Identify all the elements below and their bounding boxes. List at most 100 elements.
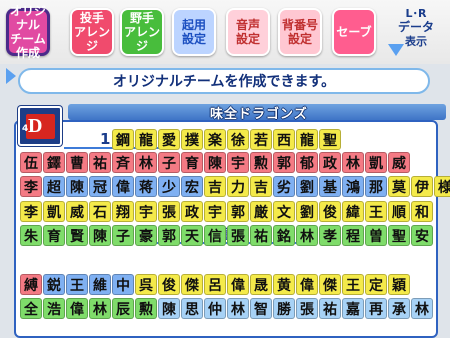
player-name-cell[interactable]: 中: [112, 274, 134, 295]
player-name-cell[interactable]: 嘉: [342, 298, 364, 319]
player-name-cell[interactable]: 祐: [319, 298, 341, 319]
player-name-cell[interactable]: 林: [135, 152, 157, 173]
player-name-cell[interactable]: 維: [89, 274, 111, 295]
player-name-cell[interactable]: 思: [181, 298, 203, 319]
player-name-cell[interactable]: 陳: [204, 152, 226, 173]
player-name-cell[interactable]: 蒋: [135, 176, 157, 197]
player-name-cell[interactable]: 子: [112, 225, 134, 246]
player-name-cell[interactable]: 龍: [296, 129, 318, 150]
player-name-cell[interactable]: 孝: [319, 225, 341, 246]
player-name-cell[interactable]: 曽: [365, 225, 387, 246]
player-name-cell[interactable]: 王: [66, 274, 88, 295]
player-name-cell[interactable]: 基: [319, 176, 341, 197]
player-name-cell[interactable]: 劣: [273, 176, 295, 197]
menu-tab-2[interactable]: 投手 アレンジ: [70, 8, 114, 56]
player-name-cell[interactable]: 偉: [66, 298, 88, 319]
player-name-cell[interactable]: 承: [388, 298, 410, 319]
player-name-cell[interactable]: 郭: [227, 201, 249, 222]
player-name-cell[interactable]: 全: [20, 298, 42, 319]
menu-tab-4[interactable]: 起用 設定: [172, 8, 216, 56]
player-name-cell[interactable]: 政: [181, 201, 203, 222]
player-name-cell[interactable]: 吉: [250, 176, 272, 197]
player-name-cell[interactable]: 王: [365, 201, 387, 222]
player-name-cell[interactable]: 偉: [112, 176, 134, 197]
player-name-cell[interactable]: 再: [365, 298, 387, 319]
player-name-cell[interactable]: 威: [388, 152, 410, 173]
player-name-cell[interactable]: 宇: [135, 201, 157, 222]
player-name-cell[interactable]: 楽: [204, 129, 226, 150]
player-name-cell[interactable]: 黄: [273, 274, 295, 295]
player-name-cell[interactable]: 郭: [273, 152, 295, 173]
lr-data-display-button[interactable]: L･R データ 表示: [386, 8, 446, 56]
player-name-cell[interactable]: 龍: [135, 129, 157, 150]
player-name-cell[interactable]: 偉: [296, 274, 318, 295]
player-name-cell[interactable]: 祐: [250, 225, 272, 246]
player-name-cell[interactable]: 俊: [319, 201, 341, 222]
player-name-cell[interactable]: 伊: [411, 176, 433, 197]
player-name-cell[interactable]: 李: [20, 201, 42, 222]
player-name-cell[interactable]: 信: [204, 225, 226, 246]
player-name-cell[interactable]: 祐: [89, 152, 111, 173]
player-name-cell[interactable]: 宏: [181, 176, 203, 197]
player-name-cell[interactable]: 晟: [250, 274, 272, 295]
player-name-cell[interactable]: 仲: [204, 298, 226, 319]
player-name-cell[interactable]: 穎: [388, 274, 410, 295]
player-name-cell[interactable]: 那: [365, 176, 387, 197]
player-name-cell[interactable]: 陳: [66, 176, 88, 197]
player-name-cell[interactable]: 陳: [89, 225, 111, 246]
player-name-cell[interactable]: 呂: [204, 274, 226, 295]
player-name-cell[interactable]: 西: [273, 129, 295, 150]
player-name-cell[interactable]: 陳: [158, 298, 180, 319]
player-name-cell[interactable]: 勲: [135, 298, 157, 319]
player-name-cell[interactable]: 林: [342, 152, 364, 173]
player-name-cell[interactable]: 朱: [20, 225, 42, 246]
player-name-cell[interactable]: 張: [296, 298, 318, 319]
player-name-cell[interactable]: 張: [227, 225, 249, 246]
player-name-cell[interactable]: 宇: [227, 152, 249, 173]
player-name-cell[interactable]: 超: [43, 176, 65, 197]
player-name-cell[interactable]: 凱: [365, 152, 387, 173]
player-name-cell[interactable]: 辰: [112, 298, 134, 319]
player-name-cell[interactable]: 鋼: [112, 129, 134, 150]
player-name-cell[interactable]: 若: [250, 129, 272, 150]
player-name-cell[interactable]: 傑: [181, 274, 203, 295]
player-name-cell[interactable]: 徐: [227, 129, 249, 150]
player-name-cell[interactable]: 天: [181, 225, 203, 246]
player-name-cell[interactable]: 撲: [181, 129, 203, 150]
player-name-cell[interactable]: 智: [250, 298, 272, 319]
player-name-cell[interactable]: 順: [388, 201, 410, 222]
player-name-cell[interactable]: 伍: [20, 152, 42, 173]
player-name-cell[interactable]: 凱: [43, 201, 65, 222]
player-name-cell[interactable]: 翔: [112, 201, 134, 222]
player-name-cell[interactable]: 勝: [273, 298, 295, 319]
player-name-cell[interactable]: 莫: [388, 176, 410, 197]
menu-tab-1[interactable]: オリジナル チーム 作成: [6, 4, 50, 60]
player-name-cell[interactable]: 偉: [227, 274, 249, 295]
player-name-cell[interactable]: 鋭: [43, 274, 65, 295]
player-name-cell[interactable]: 林: [296, 225, 318, 246]
menu-tab-3[interactable]: 野手 アレンジ: [120, 8, 164, 56]
player-name-cell[interactable]: 傑: [319, 274, 341, 295]
player-name-cell[interactable]: 浩: [43, 298, 65, 319]
player-name-cell[interactable]: 鴻: [342, 176, 364, 197]
player-name-cell[interactable]: 李: [20, 176, 42, 197]
player-name-cell[interactable]: 少: [158, 176, 180, 197]
player-name-cell[interactable]: 鐸: [43, 152, 65, 173]
player-name-cell[interactable]: 安: [411, 225, 433, 246]
player-name-cell[interactable]: 子: [158, 152, 180, 173]
player-name-cell[interactable]: 張: [158, 201, 180, 222]
player-name-cell[interactable]: 銘: [273, 225, 295, 246]
player-name-cell[interactable]: 石: [89, 201, 111, 222]
player-name-cell[interactable]: 愛: [158, 129, 180, 150]
player-name-cell[interactable]: 威: [66, 201, 88, 222]
player-name-cell[interactable]: 聖: [388, 225, 410, 246]
player-name-cell[interactable]: 劉: [296, 201, 318, 222]
player-name-cell[interactable]: 厳: [250, 201, 272, 222]
player-name-cell[interactable]: 育: [43, 225, 65, 246]
player-name-cell[interactable]: 郭: [158, 225, 180, 246]
player-name-cell[interactable]: 程: [342, 225, 364, 246]
player-name-cell[interactable]: 文: [273, 201, 295, 222]
player-name-cell[interactable]: 聖: [319, 129, 341, 150]
player-name-cell[interactable]: 林: [89, 298, 111, 319]
player-name-cell[interactable]: 曹: [66, 152, 88, 173]
